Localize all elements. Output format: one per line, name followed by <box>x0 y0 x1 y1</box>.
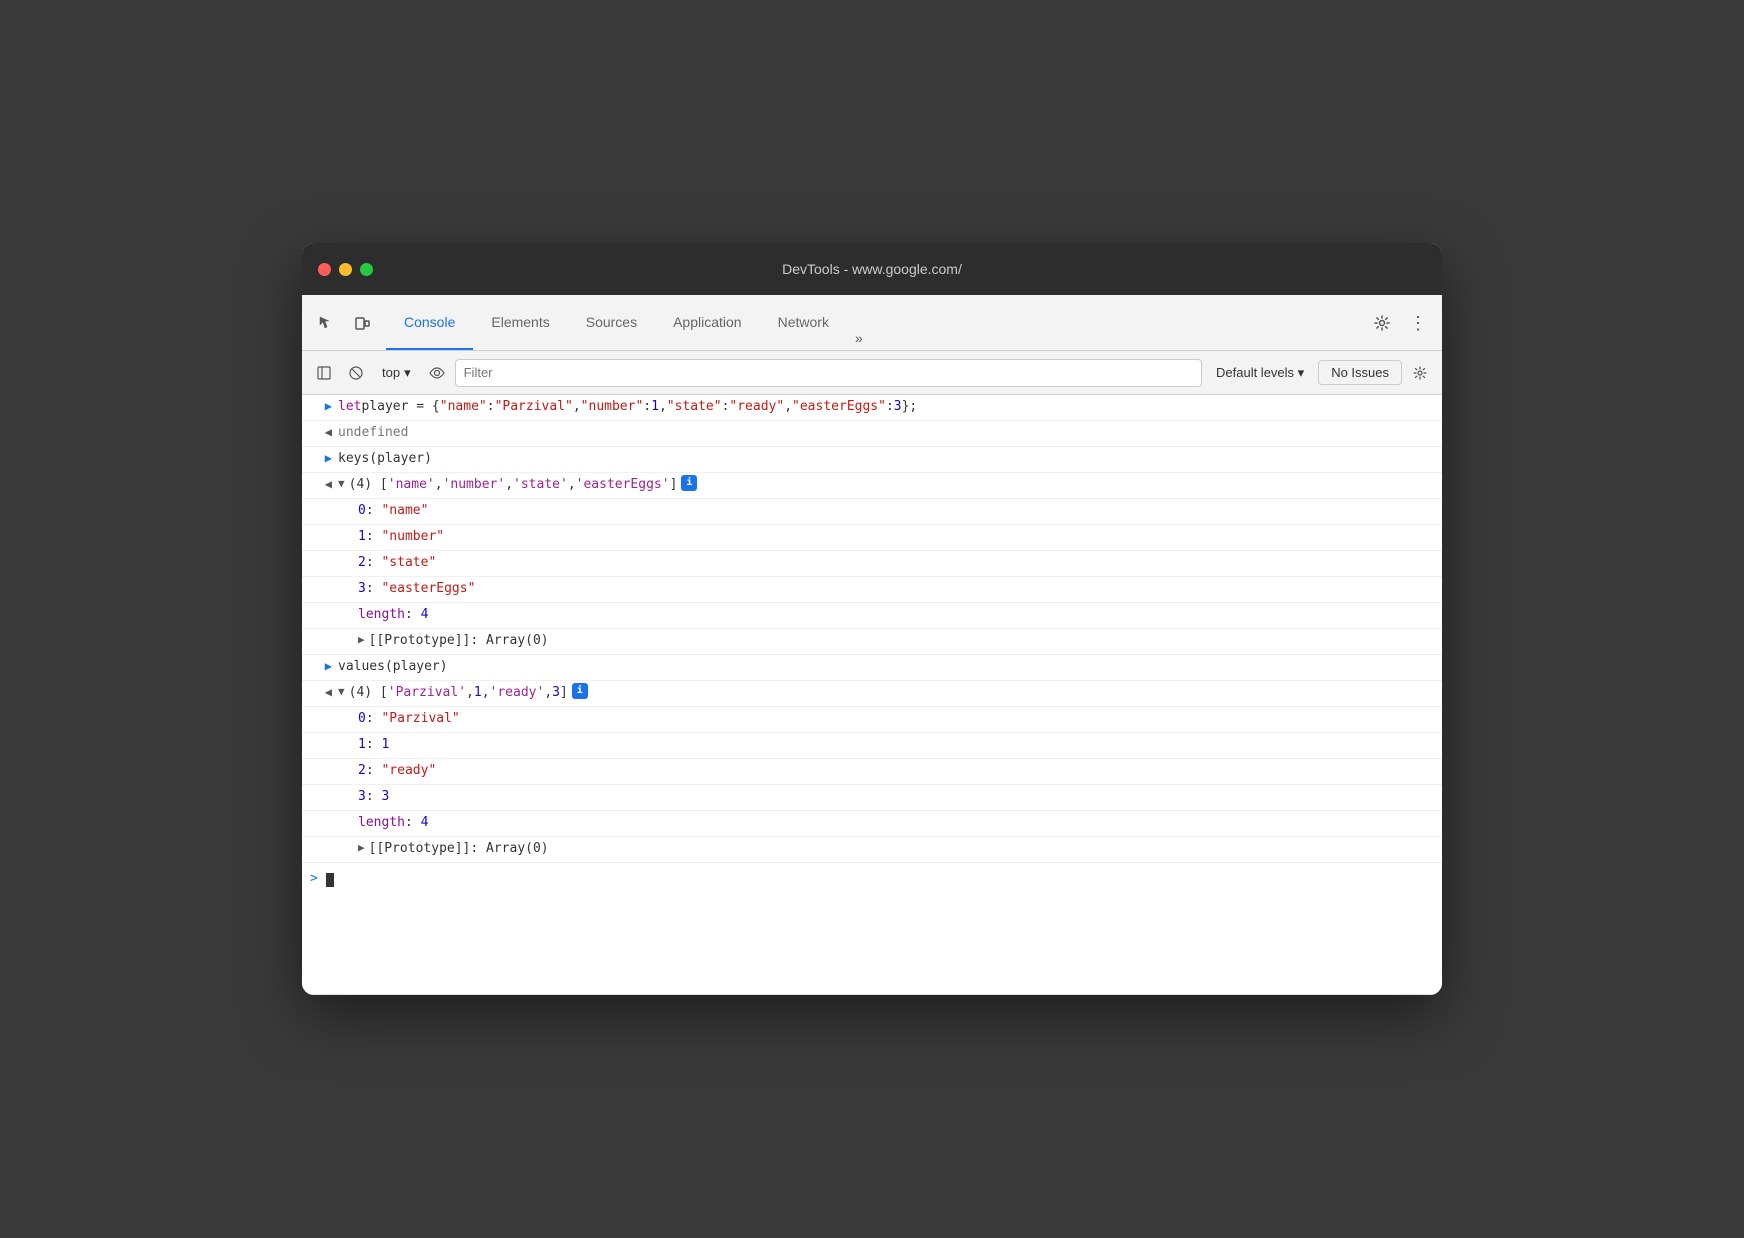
keys-item-2: 2 : "state" <box>302 551 1442 577</box>
values-prototype: ▶ [[Prototype]]: Array(0) <box>302 837 1442 863</box>
line-content: undefined <box>338 423 1434 444</box>
expand-arrow[interactable]: ▶ <box>325 397 332 416</box>
output-arrow: ◀ <box>325 475 332 494</box>
toolbar-icon-group <box>310 307 378 339</box>
settings-button[interactable] <box>1366 307 1398 339</box>
line-gutter: ◀ <box>310 423 338 442</box>
more-options-button[interactable]: ⋮ <box>1402 307 1434 339</box>
line-content: length : 4 <box>358 813 1434 834</box>
line-content: 2 : "state" <box>358 553 1434 574</box>
values-item-2: 2 : "ready" <box>302 759 1442 785</box>
devtools-tabs: Console Elements Sources Application Net… <box>386 295 1366 350</box>
line-content: ▶ [[Prototype]]: Array(0) <box>358 631 1434 652</box>
console-cursor <box>326 873 334 887</box>
expand-arrow[interactable]: ▶ <box>325 657 332 676</box>
line-content: 0 : "Parzival" <box>358 709 1434 730</box>
tab-sources[interactable]: Sources <box>568 295 655 350</box>
window-title: DevTools - www.google.com/ <box>782 261 962 277</box>
issues-button[interactable]: No Issues <box>1318 360 1402 385</box>
console-output: ▶ let player = { "name" : "Parzival" , "… <box>302 395 1442 995</box>
sidebar-toggle-button[interactable] <box>310 359 338 387</box>
info-badge[interactable]: i <box>681 475 697 491</box>
minimize-button[interactable] <box>339 263 352 276</box>
context-selector[interactable]: top ▾ <box>374 361 419 385</box>
keys-length: length : 4 <box>302 603 1442 629</box>
expand-collapse-arrow[interactable]: ▼ <box>338 475 345 493</box>
expand-collapse-arrow[interactable]: ▶ <box>358 839 365 857</box>
console-line-input-2: ▶ keys(player) <box>302 447 1442 473</box>
keys-item-1: 1 : "number" <box>302 525 1442 551</box>
expand-arrow[interactable]: ▶ <box>325 449 332 468</box>
console-prompt: > <box>310 869 318 890</box>
line-gutter: ◀ <box>310 683 338 702</box>
values-item-3: 3 : 3 <box>302 785 1442 811</box>
line-content: 2 : "ready" <box>358 761 1434 782</box>
keys-prototype: ▶ [[Prototype]]: Array(0) <box>302 629 1442 655</box>
tab-network[interactable]: Network <box>760 295 847 350</box>
tab-console[interactable]: Console <box>386 295 473 350</box>
tab-elements[interactable]: Elements <box>473 295 567 350</box>
keys-item-0: 0 : "name" <box>302 499 1442 525</box>
console-toolbar: top ▾ Default levels ▾ No Issues <box>302 351 1442 395</box>
line-content: values(player) <box>338 657 1434 678</box>
maximize-button[interactable] <box>360 263 373 276</box>
expand-collapse-arrow[interactable]: ▼ <box>338 683 345 701</box>
values-item-0: 0 : "Parzival" <box>302 707 1442 733</box>
line-gutter: ▶ <box>310 449 338 468</box>
info-badge[interactable]: i <box>572 683 588 699</box>
devtools-window: DevTools - www.google.com/ Console Eleme… <box>302 243 1442 995</box>
line-content: 3 : 3 <box>358 787 1434 808</box>
device-toolbar-button[interactable] <box>346 307 378 339</box>
output-arrow: ◀ <box>325 683 332 702</box>
line-content: keys(player) <box>338 449 1434 470</box>
line-content: 3 : "easterEggs" <box>358 579 1434 600</box>
line-content: 1 : "number" <box>358 527 1434 548</box>
toolbar-right-actions: ⋮ <box>1366 307 1434 339</box>
console-input-area[interactable]: > <box>302 863 1442 895</box>
console-line-input-1: ▶ let player = { "name" : "Parzival" , "… <box>302 395 1442 421</box>
line-content: ▼ (4) [ 'Parzival' , 1 , 'ready' , 3 ] i <box>338 683 1434 704</box>
expand-collapse-arrow[interactable]: ▶ <box>358 631 365 649</box>
keys-item-3: 3 : "easterEggs" <box>302 577 1442 603</box>
output-arrow: ◀ <box>325 423 332 442</box>
traffic-lights <box>318 263 373 276</box>
line-gutter: ▶ <box>310 397 338 416</box>
values-length: length : 4 <box>302 811 1442 837</box>
line-content: ▼ (4) [ 'name' , 'number' , 'state' , 'e… <box>338 475 1434 496</box>
line-content: 1 : 1 <box>358 735 1434 756</box>
line-content: 0 : "name" <box>358 501 1434 522</box>
default-levels-button[interactable]: Default levels ▾ <box>1206 361 1314 385</box>
line-content: length : 4 <box>358 605 1434 626</box>
line-content: ▶ [[Prototype]]: Array(0) <box>358 839 1434 860</box>
console-line-output-undefined: ◀ undefined <box>302 421 1442 447</box>
values-item-1: 1 : 1 <box>302 733 1442 759</box>
line-gutter: ▶ <box>310 657 338 676</box>
console-line-values-header: ◀ ▼ (4) [ 'Parzival' , 1 , 'ready' , 3 ]… <box>302 681 1442 707</box>
live-expressions-button[interactable] <box>423 359 451 387</box>
console-line-input-3: ▶ values(player) <box>302 655 1442 681</box>
line-content: let player = { "name" : "Parzival" , "nu… <box>338 397 1434 418</box>
tab-application[interactable]: Application <box>655 295 760 350</box>
close-button[interactable] <box>318 263 331 276</box>
console-line-keys-header: ◀ ▼ (4) [ 'name' , 'number' , 'state' , … <box>302 473 1442 499</box>
line-gutter: ◀ <box>310 475 338 494</box>
console-settings-button[interactable] <box>1406 359 1434 387</box>
clear-console-button[interactable] <box>342 359 370 387</box>
main-toolbar: Console Elements Sources Application Net… <box>302 295 1442 351</box>
inspect-element-button[interactable] <box>310 307 342 339</box>
titlebar: DevTools - www.google.com/ <box>302 243 1442 295</box>
filter-input[interactable] <box>455 359 1202 387</box>
more-tabs-button[interactable]: » <box>847 326 871 350</box>
